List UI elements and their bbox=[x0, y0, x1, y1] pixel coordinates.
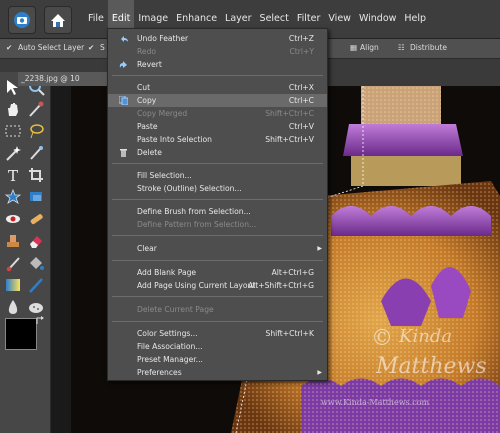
cookie-cutter-tool-icon[interactable] bbox=[4, 188, 22, 206]
home-button[interactable] bbox=[44, 6, 72, 34]
menu-view[interactable]: View bbox=[324, 0, 355, 38]
menu-file-association[interactable]: File Association... bbox=[108, 340, 327, 353]
straighten-tool-icon[interactable] bbox=[27, 188, 45, 206]
clone-stamp-tool-icon[interactable] bbox=[4, 232, 22, 250]
menu-paste-into-selection[interactable]: Paste Into Selection Shift+Ctrl+V bbox=[108, 133, 327, 146]
submenu-arrow-icon: ▶ bbox=[317, 245, 322, 252]
menu-window[interactable]: Window bbox=[355, 0, 400, 38]
gradient-tool-icon[interactable] bbox=[4, 276, 22, 294]
menu-copy-merged[interactable]: Copy Merged Shift+Ctrl+C bbox=[108, 107, 327, 120]
menu-undo[interactable]: Undo Feather Ctrl+Z bbox=[108, 32, 327, 45]
align-icon: ▦ bbox=[350, 43, 358, 52]
brush-tool-icon[interactable] bbox=[4, 254, 22, 272]
menu-file[interactable]: File bbox=[84, 0, 108, 38]
type-tool-icon[interactable]: T bbox=[4, 166, 22, 184]
organizer-button[interactable] bbox=[8, 6, 36, 34]
menu-delete[interactable]: Delete bbox=[108, 146, 327, 159]
distribute-dropdown[interactable]: Distribute bbox=[410, 43, 447, 52]
foreground-color-swatch[interactable] bbox=[5, 318, 37, 350]
watermark-footer: www.Kinda-Matthews.com bbox=[321, 398, 430, 407]
camera-icon bbox=[14, 12, 30, 28]
menu-add-page-layout[interactable]: Add Page Using Current Layout Alt+Shift+C… bbox=[108, 279, 327, 292]
swap-colors-icon[interactable] bbox=[36, 316, 46, 326]
watermark-line1: Kinda bbox=[399, 326, 453, 347]
menu-help[interactable]: Help bbox=[400, 0, 430, 38]
eyedropper-tool-icon[interactable] bbox=[27, 100, 45, 118]
svg-text:T: T bbox=[8, 167, 18, 184]
submenu-arrow-icon: ▶ bbox=[317, 369, 322, 376]
lasso-tool-icon[interactable] bbox=[27, 122, 45, 140]
menu-fill-selection[interactable]: Fill Selection... bbox=[108, 169, 327, 182]
menu-color-settings[interactable]: Color Settings... Shift+Ctrl+K bbox=[108, 327, 327, 340]
menu-separator bbox=[112, 321, 323, 322]
menu-separator bbox=[112, 163, 323, 164]
show-bounding-checkbox[interactable]: ✔ bbox=[88, 43, 94, 52]
menu-separator bbox=[112, 260, 323, 261]
menu-cut[interactable]: Cut Ctrl+X bbox=[108, 81, 327, 94]
menu-add-blank-page[interactable]: Add Blank Page Alt+Ctrl+G bbox=[108, 266, 327, 279]
distribute-icon: ☷ bbox=[398, 43, 405, 52]
auto-select-checkbox[interactable]: ✔ bbox=[6, 43, 12, 52]
trash-icon bbox=[120, 149, 127, 157]
red-eye-tool-icon[interactable] bbox=[4, 210, 22, 228]
hand-tool-icon[interactable] bbox=[4, 100, 22, 118]
menu-define-pattern[interactable]: Define Pattern from Selection... bbox=[108, 218, 327, 231]
menu-separator bbox=[112, 199, 323, 200]
menu-preset-manager[interactable]: Preset Manager... bbox=[108, 353, 327, 366]
blur-tool-icon[interactable] bbox=[4, 298, 22, 316]
menu-separator bbox=[112, 235, 323, 236]
home-icon bbox=[51, 14, 65, 27]
show-bounding-label: S bbox=[100, 43, 105, 52]
crop-tool-icon[interactable] bbox=[27, 166, 45, 184]
menu-delete-current-page[interactable]: Delete Current Page bbox=[108, 303, 327, 316]
edit-menu-dropdown: Undo Feather Ctrl+Z Redo Ctrl+Y Revert Cut… bbox=[107, 28, 328, 381]
sponge-tool-icon[interactable] bbox=[27, 298, 45, 316]
toolbox: T bbox=[0, 72, 51, 433]
menu-stroke-selection[interactable]: Stroke (Outline) Selection... bbox=[108, 182, 327, 195]
watermark-copyright: © bbox=[371, 326, 393, 351]
copy-icon bbox=[119, 96, 128, 105]
menu-revert[interactable]: Revert bbox=[108, 58, 327, 71]
menu-redo[interactable]: Redo Ctrl+Y bbox=[108, 45, 327, 58]
healing-brush-tool-icon[interactable] bbox=[27, 210, 45, 228]
menu-separator bbox=[112, 296, 323, 297]
menu-separator bbox=[112, 75, 323, 76]
revert-icon bbox=[119, 61, 127, 68]
eraser-tool-icon[interactable] bbox=[27, 232, 45, 250]
menu-clear[interactable]: Clear ▶ bbox=[108, 242, 327, 255]
menu-paste[interactable]: Paste Ctrl+V bbox=[108, 120, 327, 133]
paint-bucket-tool-icon[interactable] bbox=[27, 254, 45, 272]
menu-copy[interactable]: Copy Ctrl+C bbox=[108, 94, 327, 107]
menu-define-brush[interactable]: Define Brush from Selection... bbox=[108, 205, 327, 218]
marquee-tool-icon[interactable] bbox=[4, 122, 22, 140]
magic-wand-tool-icon[interactable] bbox=[4, 144, 22, 162]
shape-tool-icon[interactable] bbox=[27, 276, 45, 294]
watermark-line2: Matthews bbox=[376, 354, 487, 379]
align-dropdown[interactable]: Align bbox=[360, 43, 379, 52]
menu-preferences[interactable]: Preferences ▶ bbox=[108, 366, 327, 379]
selection-brush-tool-icon[interactable] bbox=[27, 144, 45, 162]
auto-select-label: Auto Select Layer bbox=[18, 43, 85, 52]
undo-icon bbox=[121, 36, 128, 42]
vertical-ruler bbox=[51, 86, 71, 433]
